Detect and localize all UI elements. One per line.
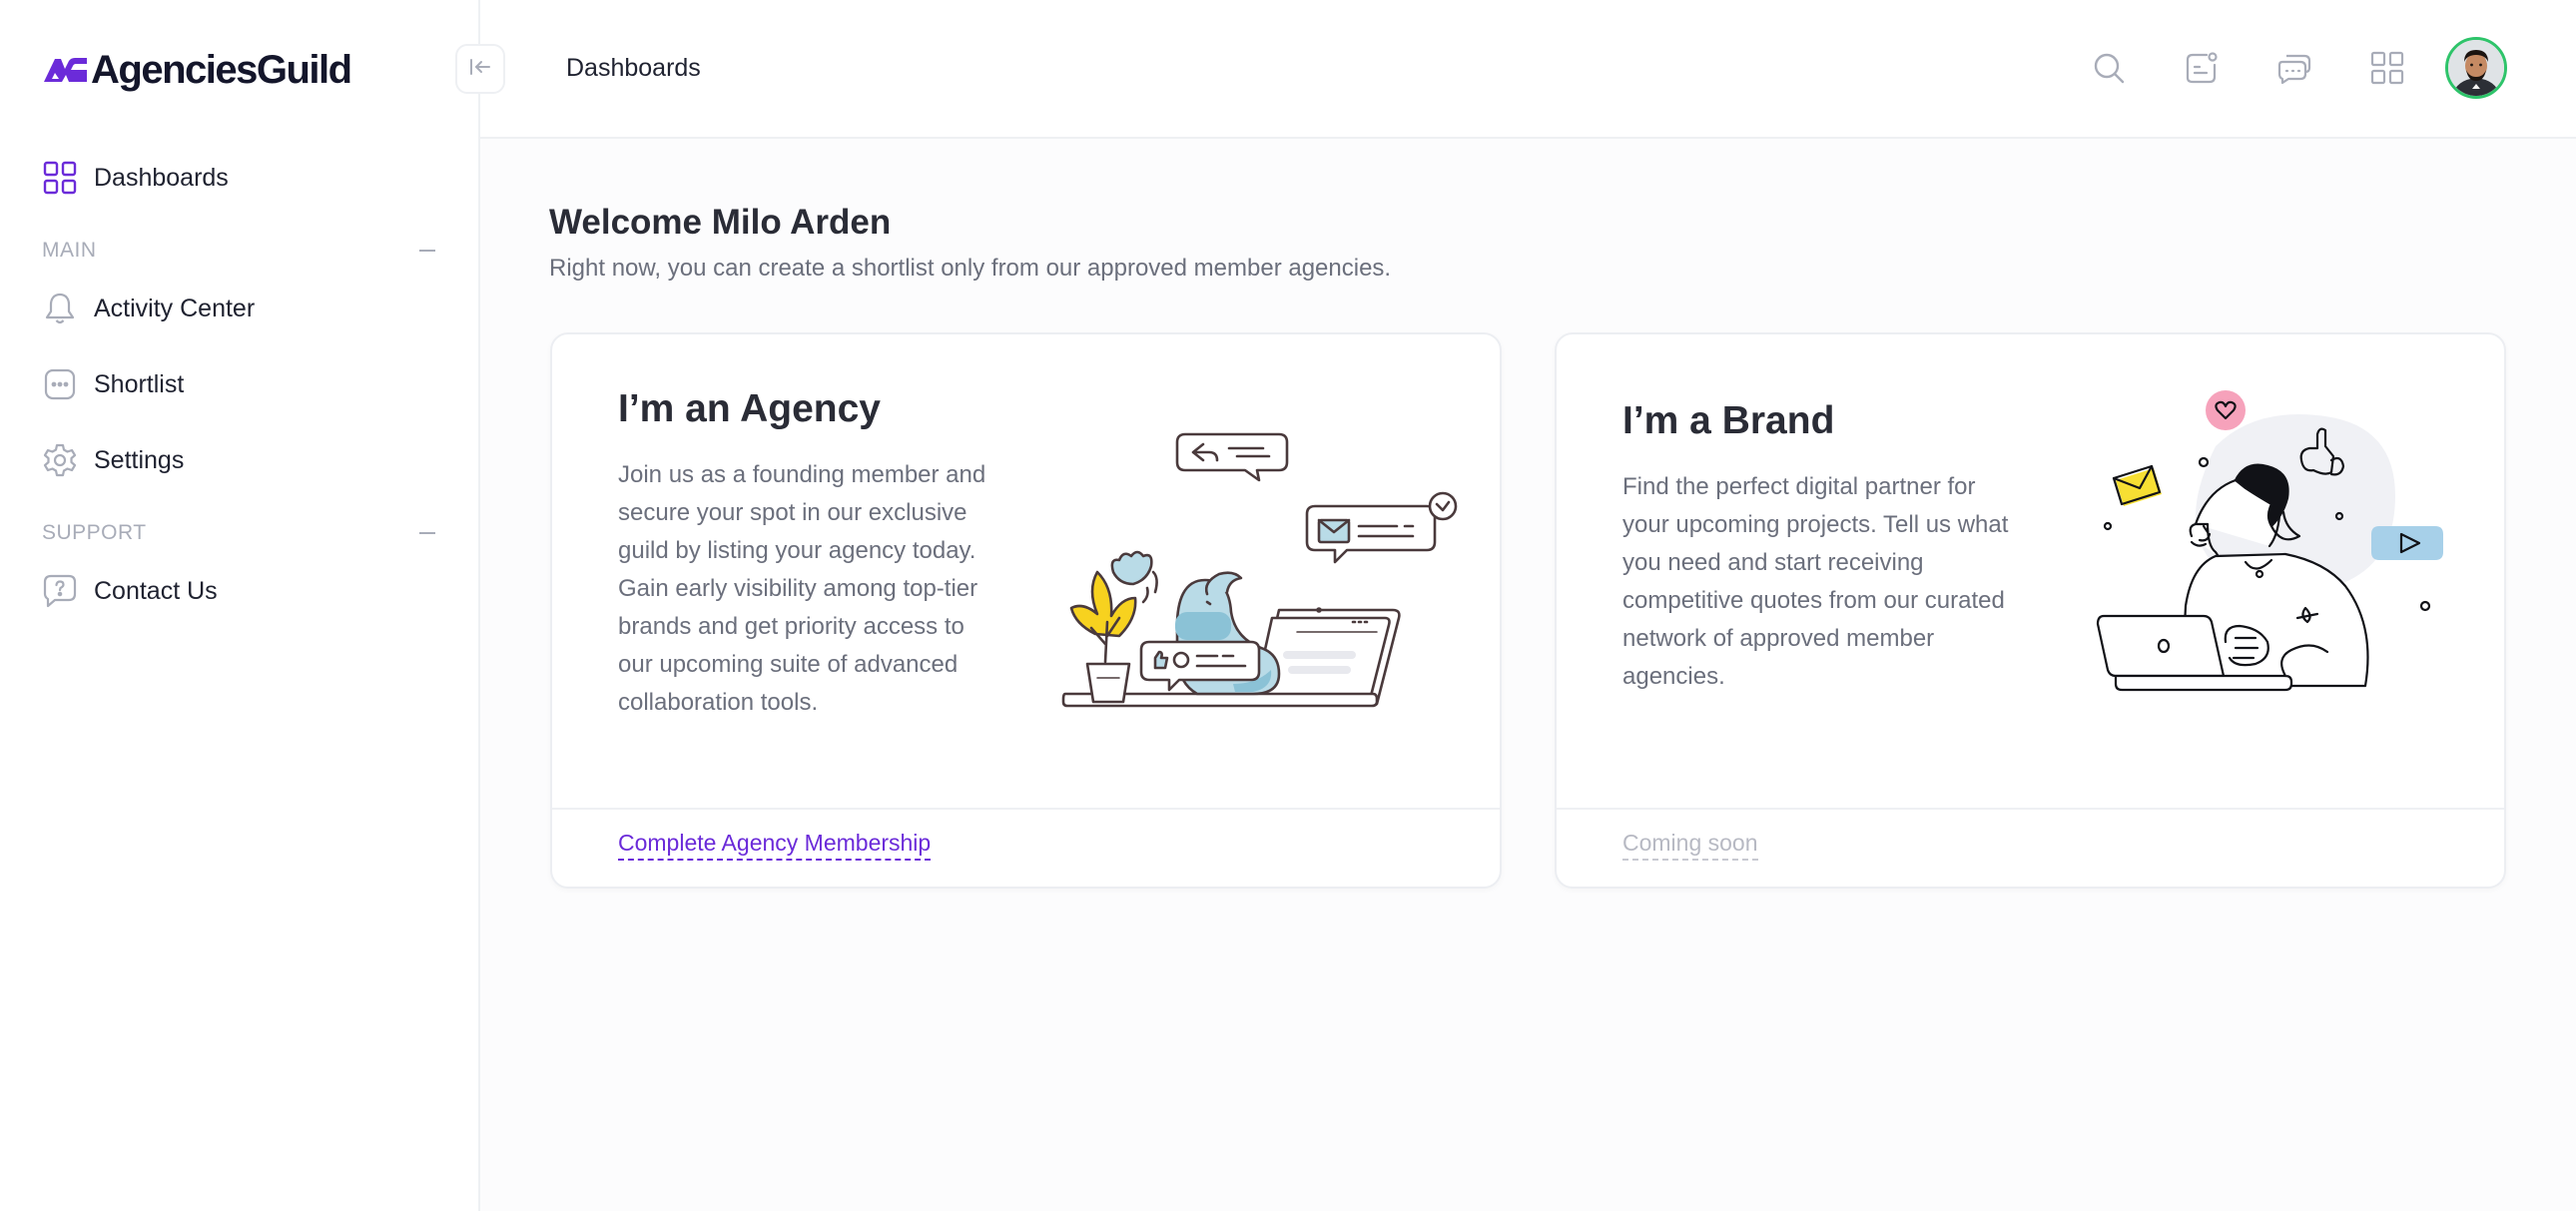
sidebar-item-label: Contact Us: [94, 576, 218, 605]
sidebar-item-shortlist[interactable]: Shortlist: [42, 360, 184, 408]
card-footer: Coming soon: [1557, 808, 2504, 887]
logo[interactable]: AgenciesGuild: [42, 48, 352, 92]
agency-illustration: [1061, 432, 1458, 708]
nav-section-support[interactable]: SUPPORT: [42, 518, 435, 548]
sidebar-item-label: Activity Center: [94, 294, 256, 322]
chat-icon[interactable]: [2273, 47, 2315, 89]
top-header: Dashboards: [480, 0, 2576, 139]
logo-text: AgenciesGuild: [91, 48, 352, 92]
complete-agency-membership-link[interactable]: Complete Agency Membership: [618, 830, 932, 861]
sidebar-item-settings[interactable]: Settings: [42, 436, 184, 484]
nav-section-main[interactable]: MAIN: [42, 236, 435, 266]
sidebar-item-label: Dashboards: [94, 163, 229, 192]
sidebar: AgenciesGuild Dashboards MAIN Activity C…: [0, 0, 480, 1211]
agency-card: I’m an Agency Join us as a founding memb…: [550, 332, 1502, 889]
grid-icon: [42, 160, 78, 196]
bell-icon: [42, 291, 78, 326]
coming-soon-link: Coming soon: [1622, 830, 1758, 861]
sidebar-item-label: Settings: [94, 445, 185, 474]
card-title: I’m a Brand: [1622, 399, 1835, 442]
apps-grid-icon[interactable]: [2366, 47, 2408, 89]
dots-box-icon: [42, 366, 78, 402]
notes-icon[interactable]: [2181, 47, 2223, 89]
brand-card: I’m a Brand Find the perfect digital par…: [1555, 332, 2506, 889]
brand-illustration: [2096, 390, 2443, 692]
collapse-section-icon[interactable]: [419, 532, 435, 534]
sidebar-item-dashboards[interactable]: Dashboards: [42, 154, 229, 202]
page-title: Dashboards: [566, 54, 701, 82]
gear-icon: [42, 442, 78, 478]
card-description: Join us as a founding member and secure …: [618, 461, 986, 716]
welcome-subtitle: Right now, you can create a shortlist on…: [549, 255, 1392, 282]
sidebar-item-activity-center[interactable]: Activity Center: [42, 285, 255, 332]
question-chat-icon: [42, 573, 78, 609]
collapse-section-icon[interactable]: [419, 250, 435, 252]
welcome-heading: Welcome Milo Arden: [549, 203, 892, 242]
logo-mark-icon: [44, 58, 87, 82]
card-footer: Complete Agency Membership: [552, 808, 1500, 887]
section-label: MAIN: [42, 239, 97, 262]
search-icon[interactable]: [2088, 47, 2130, 89]
avatar[interactable]: [2445, 37, 2507, 99]
collapse-sidebar-button[interactable]: [455, 44, 505, 94]
card-title: I’m an Agency: [618, 387, 881, 430]
collapse-left-icon: [469, 58, 491, 81]
sidebar-item-label: Shortlist: [94, 369, 185, 398]
card-description: Find the perfect digital partner for you…: [1622, 473, 2009, 690]
section-label: SUPPORT: [42, 521, 147, 544]
sidebar-item-contact-us[interactable]: Contact Us: [42, 567, 218, 615]
